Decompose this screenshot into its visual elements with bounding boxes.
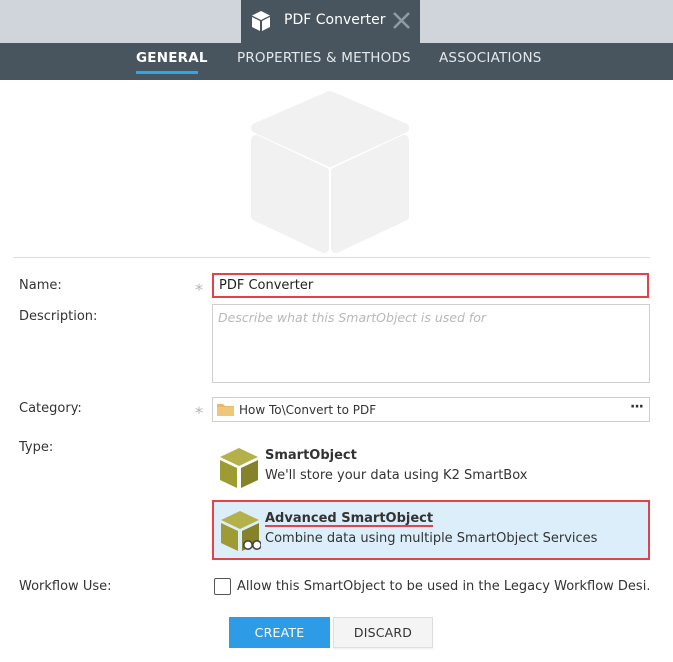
legacy-workflow-checkbox-label[interactable]: Allow this SmartObject to be used in the…	[237, 579, 649, 594]
type-option-title: Advanced SmartObject	[265, 511, 434, 526]
name-required-mark: *	[195, 280, 203, 299]
category-value: How To\Convert to PDF	[239, 403, 377, 417]
smartobject-icon	[220, 448, 258, 488]
type-option-description: Combine data using multiple SmartObject …	[265, 531, 598, 546]
folder-icon	[217, 404, 234, 416]
tab-associations[interactable]: ASSOCIATIONS	[439, 50, 542, 66]
name-label: Name:	[19, 278, 62, 293]
create-button[interactable]: CREATE	[229, 617, 330, 648]
category-required-mark: *	[195, 403, 203, 422]
discard-button[interactable]: DISCARD	[333, 617, 433, 648]
browse-category-button[interactable]: ···	[630, 399, 644, 415]
description-label: Description:	[19, 309, 98, 324]
section-divider	[13, 257, 650, 258]
type-label: Type:	[19, 440, 54, 455]
description-field[interactable]	[212, 304, 650, 383]
type-option-description: We'll store your data using K2 SmartBox	[265, 468, 528, 483]
tab-general[interactable]: GENERAL	[136, 50, 208, 66]
type-option-smartobject[interactable]: SmartObject We'll store your data using …	[212, 438, 650, 498]
tab-properties-methods[interactable]: PROPERTIES & METHODS	[237, 50, 411, 66]
category-picker[interactable]: How To\Convert to PDF ···	[212, 397, 650, 422]
category-label: Category:	[19, 401, 82, 416]
active-tab-indicator	[136, 71, 198, 74]
smartobject-cube-icon	[252, 11, 270, 31]
title-bar: PDF Converter	[0, 0, 673, 43]
smartobject-placeholder-icon	[251, 91, 409, 253]
type-option-title: SmartObject	[265, 448, 357, 463]
name-field[interactable]	[212, 273, 649, 298]
document-tab[interactable]: PDF Converter	[241, 0, 420, 43]
section-tabs: GENERAL PROPERTIES & METHODS ASSOCIATION…	[0, 43, 673, 80]
document-tab-title: PDF Converter	[284, 12, 386, 28]
close-icon[interactable]	[392, 11, 411, 30]
advanced-smartobject-icon	[221, 511, 261, 551]
workflow-use-label: Workflow Use:	[19, 579, 112, 594]
type-option-advanced-smartobject[interactable]: Advanced SmartObject Combine data using …	[212, 500, 650, 560]
legacy-workflow-checkbox[interactable]	[214, 578, 231, 595]
